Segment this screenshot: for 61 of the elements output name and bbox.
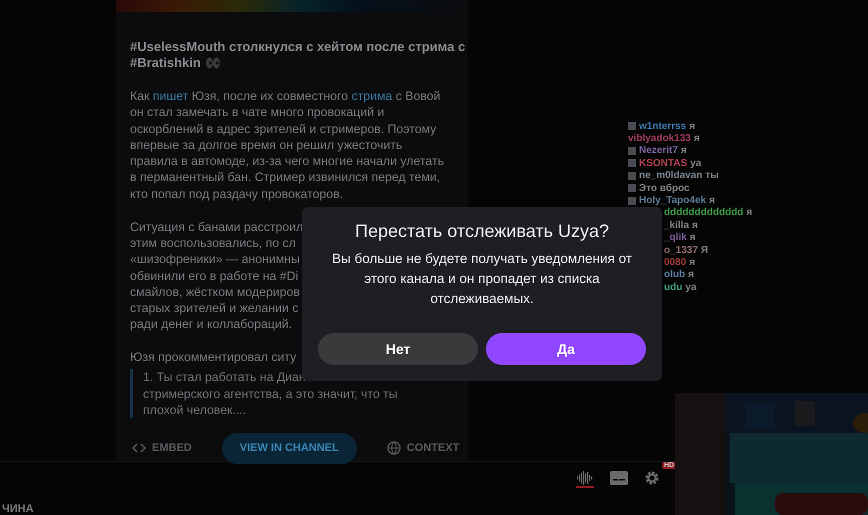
chat-username: ddddddddddddd (664, 207, 744, 218)
chat-username: Holy_Tapo4ek (639, 195, 706, 206)
globe-icon (386, 441, 401, 455)
quote-text: стримерского агентства, а это значит, что ты (143, 386, 398, 402)
view-in-channel-button[interactable]: VIEW IN CHANNEL (222, 432, 357, 464)
chat-message: ты (705, 170, 719, 182)
captions-icon[interactable] (610, 471, 628, 487)
chat-username: ne_m0ldavan (639, 170, 702, 182)
context-link[interactable]: CONTEXT (386, 441, 460, 455)
article-text: он стал замечать в чате много провокаций и (130, 104, 384, 120)
chat-username: olub (664, 269, 686, 280)
article-text: обвинили его в работе на #Di (130, 268, 298, 284)
article-text: старых зрителей и желании с (130, 300, 298, 316)
chat-message: ya (685, 282, 696, 293)
confirm-button[interactable]: Да (486, 333, 646, 365)
dialog-title: Перестать отслеживать Uzya? (355, 220, 609, 243)
chat-username: Nezerit7 (639, 145, 678, 156)
chat-message: я (689, 256, 696, 268)
chat-message: я (694, 133, 700, 144)
chat-message: я (688, 269, 694, 280)
article-text: в перманентный бан. Стример извинился перед теми, (130, 169, 440, 186)
waveform-icon[interactable] (576, 470, 594, 488)
eyes-icon (204, 57, 221, 70)
chat-username: KSONTAS (639, 158, 688, 169)
section-label: ЧИНА (2, 503, 34, 515)
article-text: впервые за долгое время он решил ужесточить (130, 136, 402, 154)
quote-text: плохой человек.... (143, 402, 246, 418)
chat-message: Это вброс (639, 182, 690, 194)
article-text: оскорблений в адрес зрителей и стримеров. Поэтому (130, 120, 436, 137)
dialog-message: Вы больше не будете получать уведомления от этого канала и он пропадет из списка отслеживаемых. (331, 250, 633, 308)
chat-message: ya (690, 158, 702, 169)
article-title: #UselessMouth столкнулся с хейтом после стрима с (130, 38, 466, 55)
article-text: Юзя прокомментировал ситу (130, 349, 296, 366)
chat-message: я (709, 195, 715, 206)
text-link[interactable]: пишет (152, 88, 188, 103)
chat-message: я (746, 207, 752, 218)
article-text: ради денег и коллабораций. (130, 316, 292, 333)
chat-message: я (689, 120, 696, 132)
chat-username: o_1337 (664, 244, 698, 256)
chat-username: w1nterrss (639, 120, 686, 132)
article-text: кто попал под раздачу провокаторов. (130, 186, 344, 202)
chat-message: я (690, 232, 696, 244)
article-text: правила в автомоде, из-за чего многие начали улетать (130, 153, 444, 170)
article-text: смайлов, жёстком модериров (130, 284, 300, 300)
article-text: Ситуация с банами расстроил (130, 218, 304, 235)
chat-message: я (680, 145, 687, 156)
embed-link[interactable]: EMBED (132, 442, 192, 454)
chat-username: _qlik (664, 232, 687, 244)
article-text: Как пишет Юзя, после их совместного стрима с Вовой (130, 88, 440, 104)
article-text: этим воспользовались, по сл (130, 234, 296, 252)
chat-username: _killa (664, 220, 690, 231)
article-text: «шизофреники» — анонимны (130, 251, 300, 268)
cancel-button[interactable]: Нет (318, 333, 478, 365)
chat-username: 0080 (664, 256, 686, 268)
article-title: #Bratishkin (130, 54, 201, 72)
chat-username: udu (664, 282, 682, 293)
code-icon (132, 443, 146, 453)
chat-message: Я (700, 244, 708, 256)
text-link[interactable]: стрима (351, 88, 392, 103)
chat-username: viblyadok133 (628, 133, 691, 144)
chat-message: я (692, 220, 698, 231)
